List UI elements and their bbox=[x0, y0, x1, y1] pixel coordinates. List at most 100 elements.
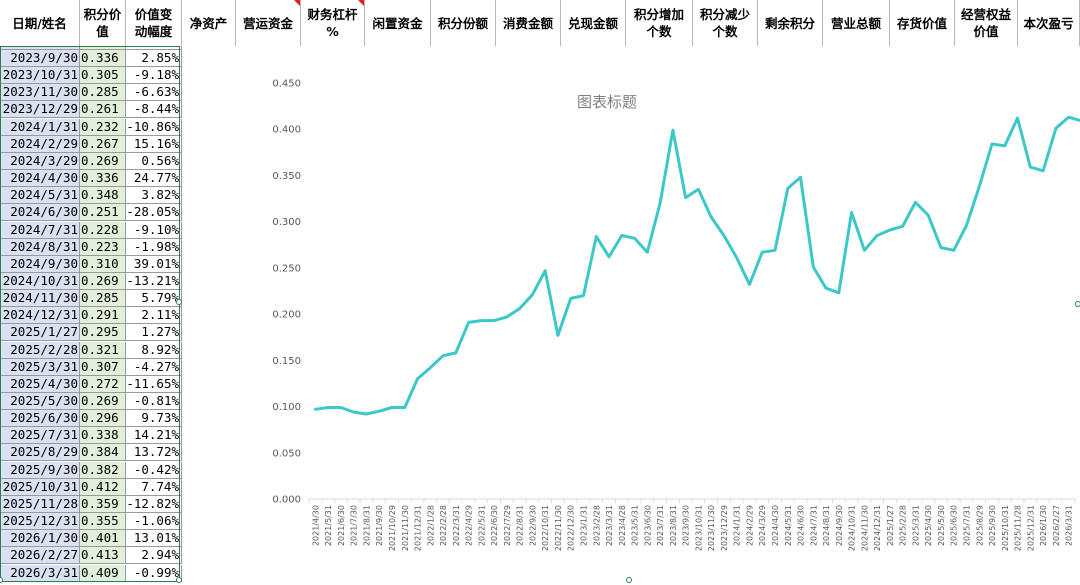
table-row[interactable]: 2026/2/27 0.413 2.94% bbox=[0, 547, 182, 565]
change-cell[interactable]: 5.79% bbox=[126, 290, 182, 308]
change-cell[interactable]: 39.01% bbox=[126, 255, 182, 273]
table-row[interactable]: 2025/11/28 0.359 -12.82% bbox=[0, 495, 182, 513]
table-row[interactable]: 2025/8/29 0.384 13.72% bbox=[0, 444, 182, 462]
table-row[interactable]: 2026/1/30 0.401 13.01% bbox=[0, 530, 182, 548]
data-point[interactable] bbox=[492, 319, 496, 323]
data-point[interactable] bbox=[569, 296, 573, 300]
change-cell[interactable]: 13.72% bbox=[126, 444, 182, 462]
column-header-8[interactable]: 消费金额 bbox=[496, 0, 561, 46]
date-cell[interactable]: 2025/9/30 bbox=[0, 461, 80, 479]
data-point[interactable] bbox=[722, 234, 726, 238]
change-cell[interactable]: 15.16% bbox=[126, 135, 182, 153]
date-cell[interactable]: 2025/1/27 bbox=[0, 324, 80, 342]
data-point[interactable] bbox=[377, 409, 381, 413]
value-cell[interactable]: 0.412 bbox=[80, 478, 126, 496]
date-cell[interactable]: 2024/6/30 bbox=[0, 204, 80, 222]
table-row[interactable]: 2025/4/30 0.272 -11.65% bbox=[0, 375, 182, 393]
column-header-2[interactable]: 价值变 动幅度 bbox=[126, 0, 182, 46]
data-point[interactable] bbox=[390, 406, 394, 410]
data-point[interactable] bbox=[901, 224, 905, 228]
table-row[interactable]: 2023/12/29 0.261 -8.44% bbox=[0, 101, 182, 119]
table-row[interactable]: 2025/3/31 0.307 -4.27% bbox=[0, 358, 182, 376]
table-row[interactable]: 2026/3/31 0.409 -0.99% bbox=[0, 564, 182, 582]
date-cell[interactable]: 2024/9/30 bbox=[0, 255, 80, 273]
data-point[interactable] bbox=[530, 293, 534, 297]
data-point[interactable] bbox=[875, 234, 879, 238]
table-row[interactable]: 2025/6/30 0.296 9.73% bbox=[0, 410, 182, 428]
value-cell[interactable]: 0.359 bbox=[80, 495, 126, 513]
change-cell[interactable]: 14.21% bbox=[126, 427, 182, 445]
date-cell[interactable]: 2026/2/27 bbox=[0, 547, 80, 565]
table-row[interactable]: 2025/7/31 0.338 14.21% bbox=[0, 427, 182, 445]
value-cell[interactable]: 0.228 bbox=[80, 221, 126, 239]
data-point[interactable] bbox=[1041, 169, 1045, 173]
data-point[interactable] bbox=[454, 351, 458, 355]
value-cell[interactable]: 0.295 bbox=[80, 324, 126, 342]
data-point[interactable] bbox=[799, 175, 803, 179]
table-row[interactable]: 2024/9/30 0.310 39.01% bbox=[0, 255, 182, 273]
date-cell[interactable]: 2025/8/29 bbox=[0, 444, 80, 462]
data-point[interactable] bbox=[556, 333, 560, 337]
column-header-10[interactable]: 积分增加 个数 bbox=[626, 0, 693, 46]
date-cell[interactable]: 2023/12/29 bbox=[0, 101, 80, 119]
change-cell[interactable]: -1.06% bbox=[126, 513, 182, 531]
value-cell[interactable]: 0.401 bbox=[80, 530, 126, 548]
date-cell[interactable]: 2025/12/31 bbox=[0, 513, 80, 531]
date-cell[interactable]: 2025/4/30 bbox=[0, 375, 80, 393]
data-point[interactable] bbox=[416, 377, 420, 381]
value-cell[interactable]: 0.310 bbox=[80, 255, 126, 273]
date-cell[interactable]: 2025/6/30 bbox=[0, 410, 80, 428]
data-point[interactable] bbox=[671, 128, 675, 132]
date-cell[interactable]: 2025/10/31 bbox=[0, 478, 80, 496]
change-cell[interactable]: -6.63% bbox=[126, 84, 182, 102]
change-cell[interactable]: -1.98% bbox=[126, 238, 182, 256]
change-cell[interactable]: -9.18% bbox=[126, 67, 182, 85]
change-cell[interactable]: 2.94% bbox=[126, 547, 182, 565]
value-cell[interactable]: 0.305 bbox=[80, 67, 126, 85]
data-point[interactable] bbox=[1054, 126, 1058, 130]
table-row[interactable]: 2023/10/31 0.305 -9.18% bbox=[0, 67, 182, 85]
date-cell[interactable]: 2024/11/30 bbox=[0, 290, 80, 308]
date-cell[interactable]: 2023/11/30 bbox=[0, 84, 80, 102]
data-point[interactable] bbox=[441, 354, 445, 358]
data-point[interactable] bbox=[607, 255, 611, 259]
table-row[interactable]: 2025/2/28 0.321 8.92% bbox=[0, 341, 182, 359]
data-point[interactable] bbox=[965, 223, 969, 227]
table-row[interactable]: 2024/4/30 0.336 24.77% bbox=[0, 170, 182, 188]
change-cell[interactable]: -13.21% bbox=[126, 272, 182, 290]
data-point[interactable] bbox=[862, 248, 866, 252]
data-point[interactable] bbox=[811, 265, 815, 269]
line-chart[interactable]: 图表标题 0.450 0.400 0.350 0.300 0.250 0.200 0.150 0… bbox=[182, 46, 1080, 585]
value-cell[interactable]: 0.285 bbox=[80, 290, 126, 308]
data-point[interactable] bbox=[786, 186, 790, 190]
date-cell[interactable]: 2024/4/30 bbox=[0, 170, 80, 188]
date-cell[interactable]: 2024/8/31 bbox=[0, 238, 80, 256]
change-cell[interactable]: -0.81% bbox=[126, 393, 182, 410]
date-cell[interactable]: 2025/3/31 bbox=[0, 358, 80, 376]
value-cell[interactable]: 0.382 bbox=[80, 461, 126, 479]
date-cell[interactable]: 2025/7/31 bbox=[0, 427, 80, 445]
data-point[interactable] bbox=[824, 286, 828, 290]
data-point[interactable] bbox=[620, 234, 624, 238]
column-header-15[interactable]: 经营权益 价值 bbox=[955, 0, 1018, 46]
change-cell[interactable]: -8.44% bbox=[126, 101, 182, 119]
date-cell[interactable]: 2024/2/29 bbox=[0, 135, 80, 153]
data-point[interactable] bbox=[505, 315, 509, 319]
value-cell[interactable]: 0.269 bbox=[80, 393, 126, 410]
change-cell[interactable]: -12.82% bbox=[126, 495, 182, 513]
date-cell[interactable]: 2026/1/30 bbox=[0, 530, 80, 548]
value-cell[interactable]: 0.307 bbox=[80, 358, 126, 376]
data-point[interactable] bbox=[709, 215, 713, 219]
data-point[interactable] bbox=[735, 256, 739, 260]
data-point[interactable] bbox=[1016, 116, 1020, 120]
value-cell[interactable]: 0.261 bbox=[80, 101, 126, 119]
data-point[interactable] bbox=[913, 200, 917, 204]
table-row[interactable]: 2024/7/31 0.228 -9.10% bbox=[0, 221, 182, 239]
date-cell[interactable]: 2024/3/29 bbox=[0, 152, 80, 170]
change-cell[interactable]: -0.42% bbox=[126, 461, 182, 479]
data-point[interactable] bbox=[888, 228, 892, 232]
value-cell[interactable]: 0.296 bbox=[80, 410, 126, 428]
table-row[interactable]: 2023/9/30 0.336 2.85% bbox=[0, 50, 182, 67]
value-cell[interactable]: 0.285 bbox=[80, 84, 126, 102]
data-point[interactable] bbox=[850, 210, 854, 214]
